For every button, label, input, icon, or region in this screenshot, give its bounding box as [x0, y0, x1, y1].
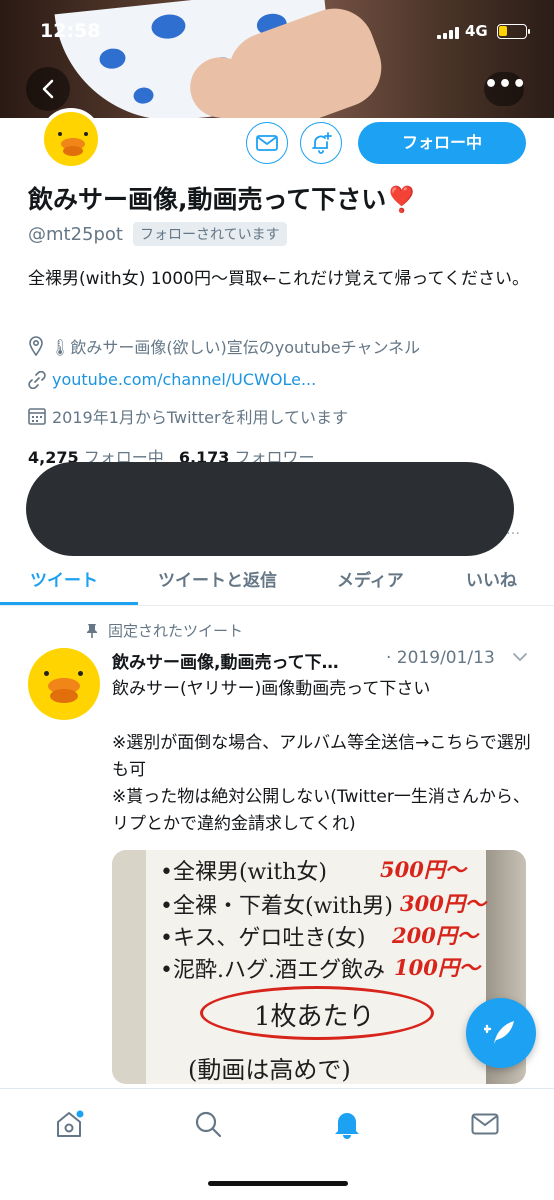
board-price-4: 100円〜 — [394, 955, 480, 980]
profile-tabs: ツイート ツイートと返信 メディア いいね — [0, 558, 554, 606]
tab-tweets-and-replies[interactable]: ツイートと返信 — [158, 566, 277, 591]
notifications-toggle-button[interactable] — [300, 122, 342, 164]
link-icon — [28, 370, 46, 389]
redaction-block — [26, 462, 514, 556]
location-icon — [29, 336, 43, 356]
home-indicator — [208, 1181, 348, 1186]
back-button[interactable] — [26, 67, 70, 111]
nav-notifications[interactable] — [330, 1107, 364, 1141]
status-bar: 12:58 4G — [0, 0, 554, 62]
signal-icon — [437, 27, 459, 39]
bell-plus-icon — [312, 132, 332, 154]
battery-icon — [497, 24, 530, 39]
website-row: youtube.com/channel/UCWOLe... — [28, 370, 316, 389]
tweet-avatar[interactable] — [28, 648, 100, 720]
board-line-4: •泥酔.ハグ.酒エグ飲み — [160, 958, 385, 983]
nav-messages[interactable] — [468, 1107, 502, 1141]
board-line-2: •全裸・下着女(with男) — [160, 894, 394, 919]
profile-handle: @mt25pot — [28, 223, 123, 245]
more-icon: ••• — [484, 72, 527, 97]
location-text: 🌡飲みサー画像(欲しい)宣伝のyoutubeチャンネル — [50, 338, 421, 357]
chevron-down-icon[interactable] — [512, 652, 528, 662]
notifications-icon — [335, 1113, 359, 1139]
joined-text: 2019年1月からTwitterを利用しています — [52, 408, 349, 427]
board-line-3: •キス、ゲロ吐き(女) — [160, 926, 366, 951]
board-note: (動画は高めで) — [188, 1056, 351, 1084]
profile-name: 飲みサー画像,動画売って下さい❣️ — [28, 185, 418, 214]
tweet-author[interactable]: 飲みサー画像,動画売って下… — [112, 648, 339, 673]
calendar-icon — [28, 408, 46, 425]
tweet-image[interactable]: •全裸男(with女) 500円〜 •全裸・下着女(with男) 300円〜 •… — [112, 850, 526, 1084]
tweet-date[interactable]: · 2019/01/13 — [386, 648, 495, 668]
tab-tweets[interactable]: ツイート — [30, 566, 98, 591]
network-label: 4G — [465, 22, 488, 40]
handle-row: @mt25pot フォローされています — [28, 222, 287, 246]
back-icon — [42, 79, 54, 99]
more-button[interactable]: ••• — [484, 72, 527, 106]
pinned-label-row: 固定されたツイート — [86, 620, 243, 641]
website-link[interactable]: youtube.com/channel/UCWOLe... — [52, 370, 316, 389]
pinned-label: 固定されたツイート — [108, 622, 244, 640]
tab-likes[interactable]: いいね — [466, 566, 517, 591]
nav-home[interactable] — [52, 1107, 86, 1141]
follows-you-badge: フォローされています — [133, 222, 287, 246]
location-row: 🌡飲みサー画像(欲しい)宣伝のyoutubeチャンネル — [28, 334, 420, 358]
board-line-1: •全裸男(with女) — [160, 860, 328, 885]
home-icon — [57, 1110, 84, 1137]
joined-row: 2019年1月からTwitterを利用しています — [28, 404, 348, 428]
board-price-1: 500円〜 — [380, 857, 466, 882]
compose-icon — [484, 1021, 514, 1044]
board-price-3: 200円〜 — [392, 923, 478, 948]
tweet-text: 飲みサー(ヤリサー)画像動画売って下さい ※選別が面倒な場合、アルバム等全送信→… — [112, 679, 531, 834]
profile-avatar[interactable] — [40, 108, 102, 170]
mail-icon — [256, 135, 278, 151]
search-icon — [195, 1111, 222, 1138]
profile-bio: 全裸男(with女) 1000円〜買取←これだけ覚えて帰ってください。 — [28, 269, 530, 289]
board-price-2: 300円〜 — [400, 891, 486, 916]
nav-search[interactable] — [191, 1107, 225, 1141]
pin-icon — [87, 623, 97, 638]
tab-media[interactable]: メディア — [337, 566, 404, 591]
compose-tweet-button[interactable] — [466, 998, 536, 1068]
more-ellipsis: … — [506, 522, 520, 538]
active-tab-indicator — [0, 602, 138, 605]
status-time: 12:58 — [40, 20, 101, 42]
board-circled-text: 1枚あたり — [254, 1002, 375, 1032]
message-button[interactable] — [246, 122, 288, 164]
following-button[interactable]: フォロー中 — [358, 122, 526, 164]
messages-icon — [471, 1113, 499, 1135]
